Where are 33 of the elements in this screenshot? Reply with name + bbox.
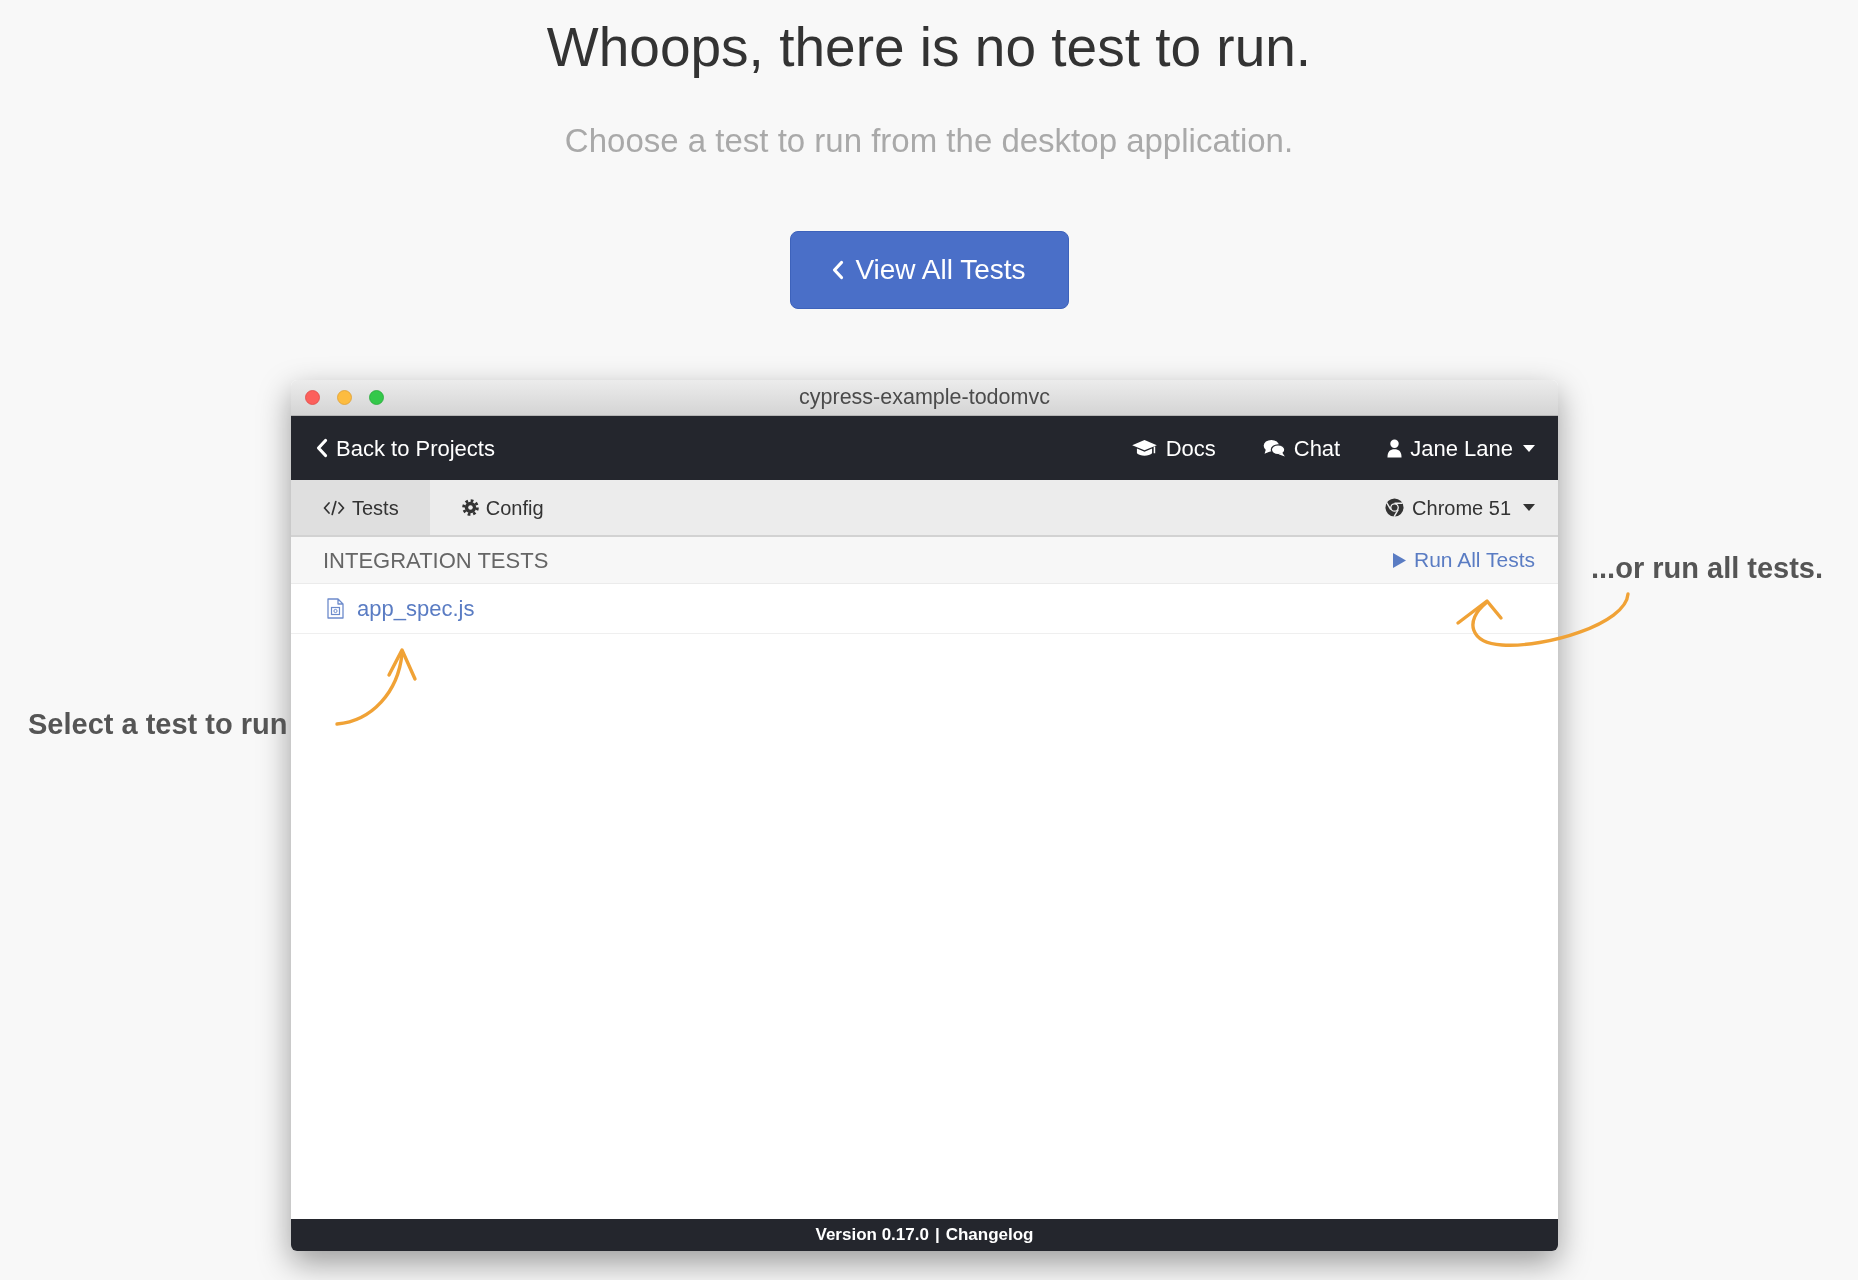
page-heading: Whoops, there is no test to run. bbox=[546, 15, 1312, 80]
spec-file-link[interactable]: app_spec.js bbox=[327, 592, 475, 625]
user-icon bbox=[1387, 438, 1403, 458]
user-menu[interactable]: Jane Lane bbox=[1387, 431, 1535, 465]
version-text: Version 0.17.0 bbox=[815, 1224, 929, 1247]
chevron-left-icon bbox=[316, 438, 328, 458]
annotation-text: ...or run all tests. bbox=[1591, 551, 1824, 585]
graduation-cap-icon bbox=[1130, 439, 1158, 457]
caret-down-icon bbox=[1523, 504, 1535, 511]
changelog-link[interactable]: Changelog bbox=[945, 1222, 1034, 1248]
browser-dropdown[interactable]: Chrome 51 bbox=[1385, 480, 1558, 535]
annotation-text: Select a test to run bbox=[28, 707, 288, 741]
run-all-tests-link[interactable]: Run All Tests bbox=[1393, 544, 1535, 576]
tab[interactable]: Config bbox=[429, 480, 575, 535]
play-icon bbox=[1393, 552, 1406, 568]
page-subtitle: Choose a test to run from the desktop application. bbox=[564, 121, 1294, 161]
file-icon bbox=[327, 598, 344, 619]
back-to-projects-link[interactable]: Back to Projects bbox=[316, 431, 495, 465]
separator: | bbox=[934, 1224, 940, 1247]
close-window-button[interactable] bbox=[305, 390, 320, 405]
chat-link[interactable]: Chat bbox=[1262, 431, 1341, 465]
tab[interactable]: Tests bbox=[291, 480, 430, 535]
speech-bubbles-icon bbox=[1262, 439, 1286, 457]
browser-logo-icon bbox=[1385, 498, 1405, 517]
section-title: INTEGRATION TESTS bbox=[323, 546, 549, 575]
gear-icon bbox=[461, 499, 479, 516]
code-icon bbox=[323, 499, 345, 516]
window-title: cypress-example-todomvc bbox=[799, 384, 1050, 412]
chevron-left-icon bbox=[832, 260, 845, 280]
docs-link[interactable]: Docs bbox=[1130, 431, 1216, 465]
zoom-window-button[interactable] bbox=[369, 390, 384, 405]
view-all-tests-button[interactable]: View All Tests bbox=[789, 231, 1069, 309]
minimize-window-button[interactable] bbox=[337, 390, 352, 405]
